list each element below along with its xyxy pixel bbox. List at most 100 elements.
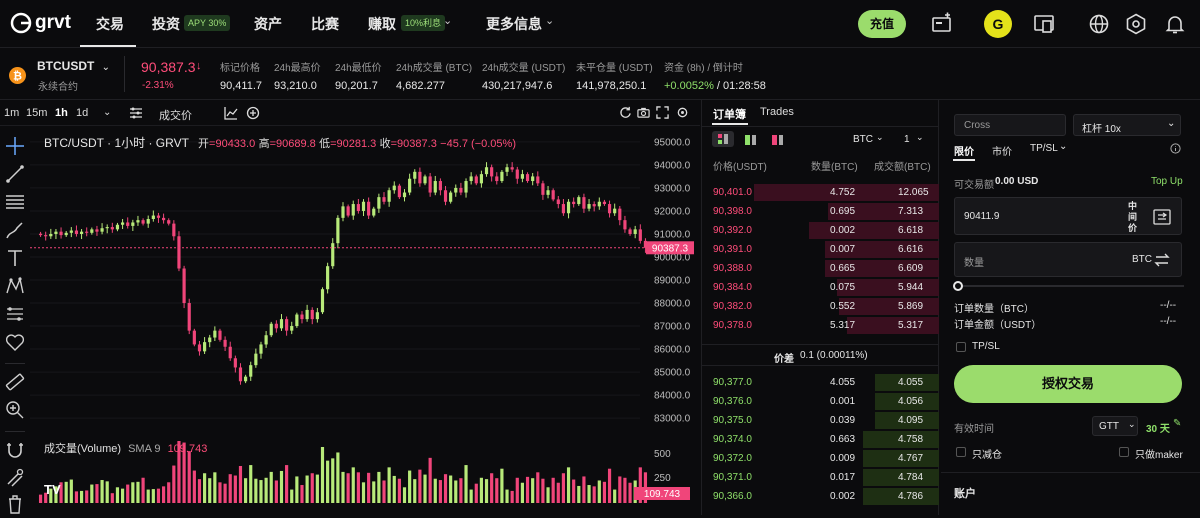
tab-trades[interactable]: Trades (760, 106, 794, 118)
nav-earn[interactable]: 赚取 (368, 14, 396, 34)
bid-row[interactable]: 90,371.0 0.017 4.784 (702, 468, 939, 487)
zoom-in-icon[interactable] (4, 399, 26, 421)
more-chevron-down-icon[interactable]: ⌄ (545, 14, 554, 27)
nav-competition[interactable]: 比赛 (311, 14, 339, 34)
maker-only-checkbox[interactable] (1119, 447, 1129, 457)
trash-icon[interactable] (4, 493, 26, 515)
margin-mode-select[interactable]: Cross (954, 114, 1066, 136)
fullscreen-icon[interactable] (656, 106, 669, 119)
maker-only-label[interactable]: 只做maker (1135, 446, 1183, 461)
chart-type-line-icon[interactable] (224, 106, 238, 120)
reduce-only-label[interactable]: 只减仓 (972, 446, 1002, 461)
view-asks-icon[interactable] (770, 134, 784, 146)
order-type-market[interactable]: 市价 (992, 143, 1012, 158)
ask-row[interactable]: 90,398.0 0.695 7.313 (702, 202, 939, 221)
avatar[interactable]: G (984, 10, 1012, 38)
nav-invest[interactable]: 投资 (152, 14, 180, 34)
text-tool-icon[interactable] (4, 247, 26, 269)
fib-retracement-icon[interactable] (4, 191, 26, 213)
tradingview-logo-icon[interactable]: TV (44, 482, 70, 500)
indicators-icon[interactable] (129, 106, 143, 120)
ask-row[interactable]: 90,384.0 0.075 5.944 (702, 278, 939, 297)
quantity-slider-handle[interactable] (953, 281, 963, 291)
validity-select[interactable]: GTT ⌄ (1092, 416, 1138, 436)
bid-row[interactable]: 90,374.0 0.663 4.758 (702, 430, 939, 449)
layout-icon[interactable] (1032, 12, 1056, 36)
volume-bar (408, 470, 412, 503)
ob-unit-chevron-down-icon[interactable]: ⌄ (876, 132, 884, 143)
deposit-button[interactable]: 充值 (858, 10, 906, 38)
bid-row[interactable]: 90,375.0 0.039 4.095 (702, 411, 939, 430)
bid-row[interactable]: 90,372.0 0.009 4.767 (702, 449, 939, 468)
favorites-heart-icon[interactable] (4, 331, 26, 353)
candle-body (269, 323, 273, 336)
add-indicator-icon[interactable] (246, 106, 260, 120)
order-type-chevron-down-icon[interactable]: ⌄ (1059, 141, 1067, 152)
price-input[interactable]: 90411.9 中间价 (954, 197, 1182, 235)
ruler-icon[interactable] (4, 371, 26, 393)
ob-group-chevron-down-icon[interactable]: ⌄ (916, 132, 924, 143)
lock-drawings-icon[interactable] (4, 467, 26, 489)
ask-row[interactable]: 90,388.0 0.665 6.609 (702, 259, 939, 278)
timeframe-15m[interactable]: 15m (26, 107, 47, 119)
pattern-icon[interactable] (4, 275, 26, 297)
volume-bar (479, 477, 483, 503)
nav-more[interactable]: 更多信息 (486, 14, 542, 34)
nav-assets[interactable]: 资产 (254, 14, 282, 34)
ob-unit-selector[interactable]: BTC (853, 134, 873, 145)
validity-days[interactable]: 30 天 (1146, 420, 1170, 435)
ask-row[interactable]: 90,392.0 0.002 6.618 (702, 221, 939, 240)
ob-group-selector[interactable]: 1 (904, 134, 910, 145)
ask-row[interactable]: 90,378.0 5.317 5.317 (702, 316, 939, 335)
reduce-only-checkbox[interactable] (956, 447, 966, 457)
price-chart-svg[interactable]: 95000.094000.093000.092000.091000.090000… (30, 127, 700, 515)
bid-row[interactable]: 90,366.0 0.002 4.786 (702, 487, 939, 506)
price-chart[interactable]: 95000.0 94000.0 93000.0 92000.0 91000.0 90000… (30, 127, 700, 515)
order-type-limit[interactable]: 限价 (954, 143, 974, 158)
order-type-tpsl[interactable]: TP/SL (1030, 143, 1058, 154)
globe-icon[interactable] (1087, 12, 1111, 36)
symbol-selector[interactable]: BTCUSDT ⌄ (37, 59, 110, 73)
bid-row[interactable]: 90,377.0 4.055 4.055 (702, 373, 939, 392)
bid-row[interactable]: 90,376.0 0.001 4.056 (702, 392, 939, 411)
quantity-input[interactable]: 数量 BTC (954, 242, 1182, 277)
timeframe-1h[interactable]: 1h (55, 107, 68, 119)
mid-price-button[interactable]: 中间价 (1128, 201, 1140, 234)
nav-trade[interactable]: 交易 (96, 14, 124, 34)
view-both-icon[interactable] (712, 131, 734, 147)
timeframe-1m[interactable]: 1m (4, 107, 19, 119)
screenshot-camera-icon[interactable] (637, 106, 650, 119)
swap-unit-icon[interactable] (1154, 251, 1170, 269)
leverage-select[interactable]: 杠杆 10x ⌄ (1073, 114, 1181, 136)
trend-line-icon[interactable] (4, 163, 26, 185)
earn-chevron-down-icon[interactable]: ⌄ (443, 14, 452, 27)
logo[interactable]: grvt (10, 12, 71, 34)
ask-row[interactable]: 90,391.0 0.007 6.616 (702, 240, 939, 259)
wallet-icon[interactable] (930, 12, 954, 36)
reset-icon[interactable] (619, 106, 632, 119)
view-bids-icon[interactable] (743, 134, 757, 146)
price-tool-icon[interactable] (1153, 209, 1171, 225)
tab-orderbook[interactable]: 订单簿 (713, 106, 746, 122)
top-up-link[interactable]: Top Up (1151, 176, 1183, 187)
crosshair-icon[interactable] (4, 135, 26, 157)
candle (85, 227, 89, 237)
info-icon[interactable] (1170, 143, 1181, 154)
tpsl-checkbox[interactable] (956, 342, 966, 352)
edit-pencil-icon[interactable]: ✎ (1173, 418, 1181, 429)
quantity-slider-track[interactable] (958, 285, 1184, 287)
notification-bell-icon[interactable] (1163, 12, 1187, 36)
ask-row[interactable]: 90,382.0 0.552 5.869 (702, 297, 939, 316)
settings-icon[interactable] (1124, 12, 1148, 36)
timeframe-chevron-down-icon[interactable]: ⌄ (103, 107, 111, 118)
chart-settings-icon[interactable] (676, 106, 689, 119)
volume-bar (505, 489, 509, 503)
ask-row[interactable]: 90,401.0 4.752 12.065 (702, 183, 939, 202)
price-source-label[interactable]: 成交价 (159, 107, 192, 123)
tpsl-checkbox-label[interactable]: TP/SL (972, 341, 1000, 352)
authorize-trade-button[interactable]: 授权交易 (954, 365, 1182, 403)
brush-icon[interactable] (4, 219, 26, 241)
prediction-icon[interactable] (4, 303, 26, 325)
timeframe-1d[interactable]: 1d (76, 107, 88, 119)
magnet-icon[interactable] (4, 439, 26, 461)
